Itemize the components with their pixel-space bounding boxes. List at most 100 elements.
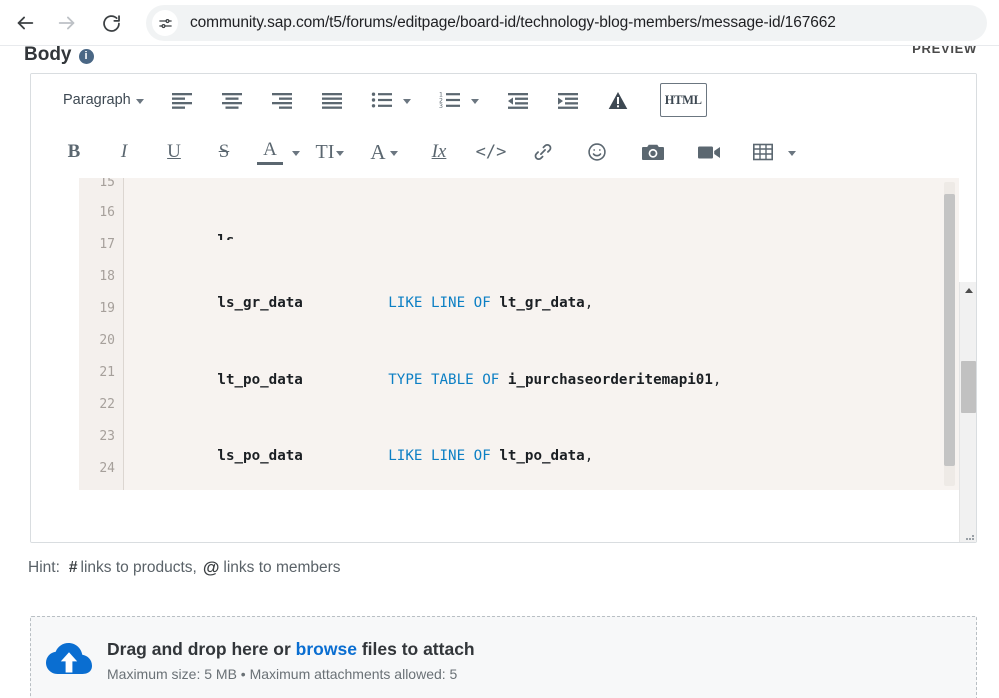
- align-center-icon: [221, 91, 243, 109]
- bulleted-list-options-caret[interactable]: [398, 83, 416, 117]
- chevron-down-icon: [402, 98, 411, 104]
- numbered-list-options-caret[interactable]: [466, 83, 484, 117]
- font-family-label: A: [370, 139, 386, 164]
- code-text[interactable]: ls__ ls_gr_data LIKE LINE OF lt_gr_data,…: [132, 178, 952, 490]
- indent-icon: [557, 91, 579, 109]
- insert-video-button[interactable]: [693, 135, 725, 169]
- line-number: 24: [99, 461, 115, 476]
- paragraph-style-dropdown[interactable]: Paragraph: [59, 83, 148, 117]
- body-section-header: Body i PREVIEW: [0, 46, 999, 68]
- numbered-list-icon: 1 2 3: [439, 91, 461, 109]
- chevron-down-icon: [389, 150, 398, 156]
- chevron-down-icon: [291, 150, 300, 156]
- align-right-button[interactable]: [266, 83, 298, 117]
- italic-label: I: [120, 141, 128, 162]
- code-line-partial: ls__: [132, 229, 952, 240]
- align-justify-button[interactable]: [316, 83, 348, 117]
- underline-button[interactable]: U: [159, 135, 189, 169]
- code-line: lt_po_data TYPE TABLE OF i_purchaseorder…: [132, 371, 722, 388]
- browse-files-link[interactable]: browse: [296, 639, 357, 659]
- info-icon[interactable]: i: [78, 48, 94, 64]
- hint-products-text: links to products,: [80, 559, 197, 576]
- line-number: 20: [99, 333, 115, 348]
- font-size-button[interactable]: TI: [315, 135, 345, 169]
- warning-triangle-icon: [608, 91, 628, 110]
- html-source-label: HTML: [664, 92, 702, 107]
- code-line-number-gutter: 15 16 17 18 19 20 21 22 23 24: [79, 178, 124, 490]
- back-button[interactable]: [8, 6, 42, 40]
- indent-button[interactable]: [552, 83, 584, 117]
- align-left-button[interactable]: [166, 83, 198, 117]
- browser-toolbar: community.sap.com/t5/forums/editpage/boa…: [0, 0, 999, 46]
- text-color-caret[interactable]: [283, 135, 303, 169]
- editor-scrollbar-thumb[interactable]: [961, 361, 976, 413]
- hash-symbol-icon: #: [68, 559, 78, 576]
- svg-text:3: 3: [439, 103, 443, 109]
- site-settings-sliders-icon[interactable]: [152, 10, 178, 36]
- video-camera-icon: [697, 144, 721, 161]
- dropzone-title-before: Drag and drop here or: [107, 639, 291, 659]
- forward-arrow-icon: [56, 12, 78, 34]
- hint-label: Hint:: [28, 559, 60, 576]
- font-family-button[interactable]: A: [370, 135, 398, 169]
- url-text: community.sap.com/t5/forums/editpage/boa…: [190, 14, 836, 31]
- align-left-icon: [171, 91, 193, 109]
- chevron-down-icon: [787, 150, 796, 156]
- inline-code-button[interactable]: </>: [475, 135, 507, 169]
- numbered-list-button[interactable]: 1 2 3: [434, 83, 466, 117]
- dropzone-title: Drag and drop here or browse files to at…: [107, 637, 475, 661]
- rich-text-editor: Paragraph 1 2 3 HTML B I U S A TI A Ix <…: [30, 73, 977, 543]
- bold-button[interactable]: B: [59, 135, 89, 169]
- reload-button[interactable]: [94, 6, 128, 40]
- insert-image-button[interactable]: [637, 135, 669, 169]
- insert-warning-button[interactable]: [602, 83, 634, 117]
- align-right-icon: [271, 91, 293, 109]
- attachment-dropzone[interactable]: Drag and drop here or browse files to at…: [30, 616, 977, 698]
- back-arrow-icon: [14, 12, 36, 34]
- editor-content-area[interactable]: 15 16 17 18 19 20 21 22 23 24 ls__ ls_gr…: [31, 178, 976, 542]
- editor-scrollbar[interactable]: [959, 282, 976, 542]
- editor-toolbar-row-2: B I U S A TI A Ix </>: [31, 126, 976, 178]
- html-source-button[interactable]: HTML: [659, 83, 707, 117]
- chevron-down-icon: [135, 98, 144, 104]
- code-block-scrollbar[interactable]: [944, 182, 955, 486]
- editor-resize-handle[interactable]: [963, 529, 974, 540]
- bulleted-list-icon: [371, 91, 393, 109]
- grip-dot: [969, 538, 971, 540]
- clear-formatting-label: Ix: [431, 141, 447, 162]
- scroll-up-button[interactable]: [960, 282, 976, 299]
- code-block[interactable]: 15 16 17 18 19 20 21 22 23 24 ls__ ls_gr…: [79, 178, 959, 490]
- grip-dot: [966, 538, 968, 540]
- at-symbol-icon: @: [202, 558, 220, 577]
- forward-button[interactable]: [50, 6, 84, 40]
- insert-emoji-button[interactable]: [581, 135, 613, 169]
- outdent-button[interactable]: [502, 83, 534, 117]
- align-center-button[interactable]: [216, 83, 248, 117]
- line-number: 16: [99, 205, 115, 220]
- line-number: 17: [99, 237, 115, 252]
- strikethrough-button[interactable]: S: [209, 135, 239, 169]
- code-block-scrollbar-thumb[interactable]: [944, 194, 955, 466]
- line-number: 15: [99, 178, 115, 190]
- line-number: 19: [99, 301, 115, 316]
- align-justify-icon: [321, 91, 343, 109]
- dropzone-title-after: files to attach: [361, 639, 475, 659]
- outdent-icon: [507, 91, 529, 109]
- bulleted-list-button[interactable]: [366, 83, 398, 117]
- font-size-label: TI: [315, 140, 335, 163]
- upload-cloud-icon: [45, 640, 93, 680]
- clear-formatting-button[interactable]: Ix: [423, 135, 455, 169]
- line-number: 18: [99, 269, 115, 284]
- page-title: Body: [24, 46, 72, 65]
- italic-button[interactable]: I: [109, 135, 139, 169]
- table-options-caret[interactable]: [779, 135, 799, 169]
- grip-dot: [972, 538, 974, 540]
- address-bar[interactable]: community.sap.com/t5/forums/editpage/boa…: [146, 5, 987, 41]
- text-color-label: A: [263, 139, 277, 160]
- preview-tab[interactable]: PREVIEW: [912, 46, 977, 56]
- text-color-button[interactable]: A: [257, 139, 283, 165]
- insert-link-button[interactable]: [527, 135, 559, 169]
- grip-dot: [972, 535, 974, 537]
- table-icon: [753, 143, 773, 161]
- insert-table-button[interactable]: [747, 135, 779, 169]
